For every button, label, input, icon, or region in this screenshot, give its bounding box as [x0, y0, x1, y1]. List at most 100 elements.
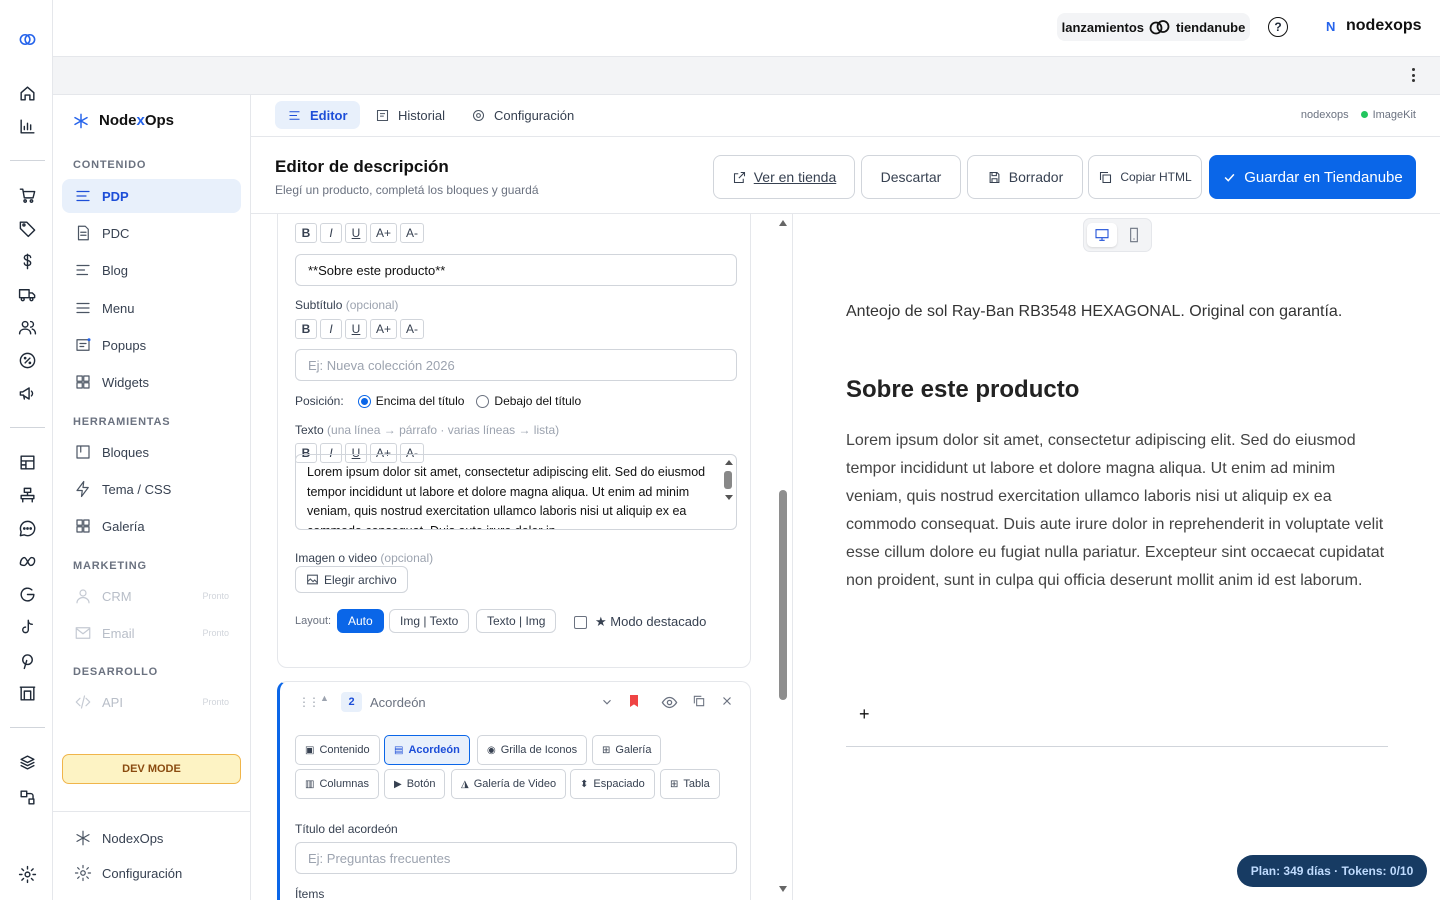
- sidebar-item-blog[interactable]: Blog: [62, 253, 241, 287]
- decrease-font-button[interactable]: A-: [400, 223, 425, 243]
- type-acordeon-button[interactable]: ▤ Acordeón: [384, 735, 470, 765]
- bold-button[interactable]: B: [295, 223, 317, 243]
- underline-button[interactable]: U: [345, 223, 367, 243]
- apps-icon[interactable]: [17, 752, 37, 772]
- sidebar-item-pdc[interactable]: PDC: [62, 216, 241, 250]
- underline-button[interactable]: U: [345, 319, 367, 339]
- highlight-mode-checkbox[interactable]: ★ Modo destacado: [574, 614, 706, 630]
- tab-configuracion[interactable]: Configuración: [459, 101, 586, 129]
- sidebar-footer-config[interactable]: Configuración: [62, 856, 241, 890]
- increase-font-button[interactable]: A+: [370, 319, 398, 339]
- accordion-plus-icon[interactable]: +: [859, 704, 870, 725]
- layout-auto-option[interactable]: Auto: [337, 609, 384, 633]
- sidebar-item-pdp[interactable]: PDP: [62, 179, 241, 213]
- position-above-radio[interactable]: Encima del título: [357, 394, 464, 408]
- launches-badge[interactable]: lanzamientos tiendanube: [1057, 13, 1250, 41]
- home-icon[interactable]: [17, 83, 37, 103]
- settings-icon[interactable]: [17, 864, 37, 884]
- type-boton-button[interactable]: ▶ Botón: [384, 769, 446, 799]
- layout-img-text-option[interactable]: Img | Texto: [389, 609, 470, 633]
- google-icon[interactable]: [17, 584, 37, 604]
- type-contenido-button[interactable]: ▣ Contenido: [295, 735, 380, 765]
- block-title-input[interactable]: **Sobre este producto**: [295, 254, 737, 286]
- sidebar-item-menu[interactable]: Menu: [62, 291, 241, 325]
- sidebar-item-widgets[interactable]: Widgets: [62, 365, 241, 399]
- mobile-preview-icon[interactable]: [1119, 223, 1149, 247]
- type-galeria-button[interactable]: ⊞ Galería: [592, 735, 662, 765]
- meta-icon[interactable]: [17, 551, 37, 571]
- table-icon: ⊞: [670, 778, 679, 790]
- chat-icon[interactable]: [17, 518, 37, 538]
- megaphone-icon[interactable]: [17, 383, 37, 403]
- discard-button[interactable]: Descartar: [861, 155, 961, 199]
- blocks-icon: [76, 445, 90, 459]
- title-format-toolbar: B I U A+ A-: [295, 223, 425, 243]
- sidebar-footer-brand[interactable]: NodexOps: [62, 821, 241, 855]
- italic-button[interactable]: I: [320, 223, 342, 243]
- view-store-button[interactable]: Ver en tienda: [713, 155, 855, 199]
- tab-historial[interactable]: Historial: [363, 101, 457, 129]
- discount-icon[interactable]: [17, 350, 37, 370]
- decrease-font-button[interactable]: A-: [400, 319, 425, 339]
- cart-icon[interactable]: [17, 185, 37, 205]
- device-toggle: [1083, 218, 1152, 252]
- dollar-icon[interactable]: [17, 251, 37, 271]
- truck-icon[interactable]: [17, 284, 37, 304]
- desktop-preview-icon[interactable]: [1087, 223, 1117, 247]
- tag-icon[interactable]: [17, 218, 37, 238]
- type-video-gallery-button[interactable]: ◮ Galería de Video: [451, 769, 567, 799]
- move-up-icon[interactable]: ▲: [320, 693, 329, 703]
- sidebar-brand[interactable]: NodexOps: [73, 112, 174, 129]
- bookmark-icon[interactable]: [626, 693, 642, 709]
- delete-close-icon[interactable]: [721, 695, 733, 707]
- italic-button[interactable]: I: [320, 319, 342, 339]
- checkbox[interactable]: [574, 615, 587, 629]
- visibility-eye-icon[interactable]: [661, 694, 678, 711]
- soon-badge: Pronto: [202, 591, 229, 601]
- increase-font-button[interactable]: A+: [370, 223, 398, 243]
- scrollbar-thumb[interactable]: [779, 490, 787, 700]
- pinterest-icon[interactable]: [17, 650, 37, 670]
- section-desarrollo: DESARROLLO: [73, 666, 158, 678]
- body-text-area[interactable]: Lorem ipsum dolor sit amet, consectetur …: [295, 454, 737, 530]
- position-below-radio[interactable]: Debajo del título: [476, 394, 581, 408]
- store-icon[interactable]: [17, 452, 37, 472]
- duplicate-icon[interactable]: [692, 694, 706, 708]
- stats-icon[interactable]: [17, 116, 37, 136]
- accordion-title-input[interactable]: Ej: Preguntas frecuentes: [295, 842, 737, 874]
- sidebar-item-bloques[interactable]: Bloques: [62, 435, 241, 469]
- subtitle-input[interactable]: Ej: Nueva colección 2026: [295, 349, 737, 381]
- user-name[interactable]: nodexops: [1346, 17, 1422, 35]
- sidebar-item-tema[interactable]: Tema / CSS: [62, 472, 241, 506]
- collapse-chevron-icon[interactable]: [600, 695, 614, 709]
- type-icon-grid-button[interactable]: ◉ Grilla de Iconos: [477, 735, 588, 765]
- bold-button[interactable]: B: [295, 319, 317, 339]
- layout-text-img-option[interactable]: Texto | Img: [476, 609, 557, 633]
- sidebar-item-popups[interactable]: Popups: [62, 328, 241, 362]
- app-logo-icon[interactable]: [17, 29, 37, 49]
- textarea-scrollbar[interactable]: [724, 460, 733, 508]
- position-row: Posición: Encima del título Debajo del t…: [295, 394, 582, 408]
- editor-scrollbar[interactable]: [775, 214, 791, 900]
- copy-html-button[interactable]: Copiar HTML: [1088, 155, 1202, 199]
- save-tiendanube-button[interactable]: Guardar en Tiendanube: [1209, 155, 1416, 199]
- integrations-icon[interactable]: [17, 787, 37, 807]
- type-tabla-button[interactable]: ⊞ Tabla: [660, 769, 720, 799]
- type-columnas-button[interactable]: ▥ Columnas: [295, 769, 379, 799]
- type-espaciado-button[interactable]: ⬍ Espaciado: [570, 769, 655, 799]
- drag-handle-icon[interactable]: ⋮⋮: [298, 695, 320, 709]
- choose-file-button[interactable]: Elegir archivo: [295, 566, 408, 593]
- more-options-icon[interactable]: [1407, 67, 1419, 83]
- tab-editor[interactable]: Editor: [275, 101, 360, 129]
- marketplace-icon[interactable]: [17, 683, 37, 703]
- lines-icon: [76, 190, 90, 202]
- pos-icon[interactable]: [17, 485, 37, 505]
- tiktok-icon[interactable]: [17, 617, 37, 637]
- integration-status: ImageKit: [1360, 109, 1416, 121]
- sidebar-item-galeria[interactable]: Galería: [62, 509, 241, 543]
- draft-button[interactable]: Borrador: [967, 155, 1083, 199]
- app-sidebar: NodexOps CONTENIDO PDP PDC Blog Menu Pop…: [53, 95, 251, 900]
- dev-mode-badge[interactable]: DEV MODE: [62, 754, 241, 784]
- help-icon[interactable]: ?: [1268, 17, 1288, 37]
- users-icon[interactable]: [17, 317, 37, 337]
